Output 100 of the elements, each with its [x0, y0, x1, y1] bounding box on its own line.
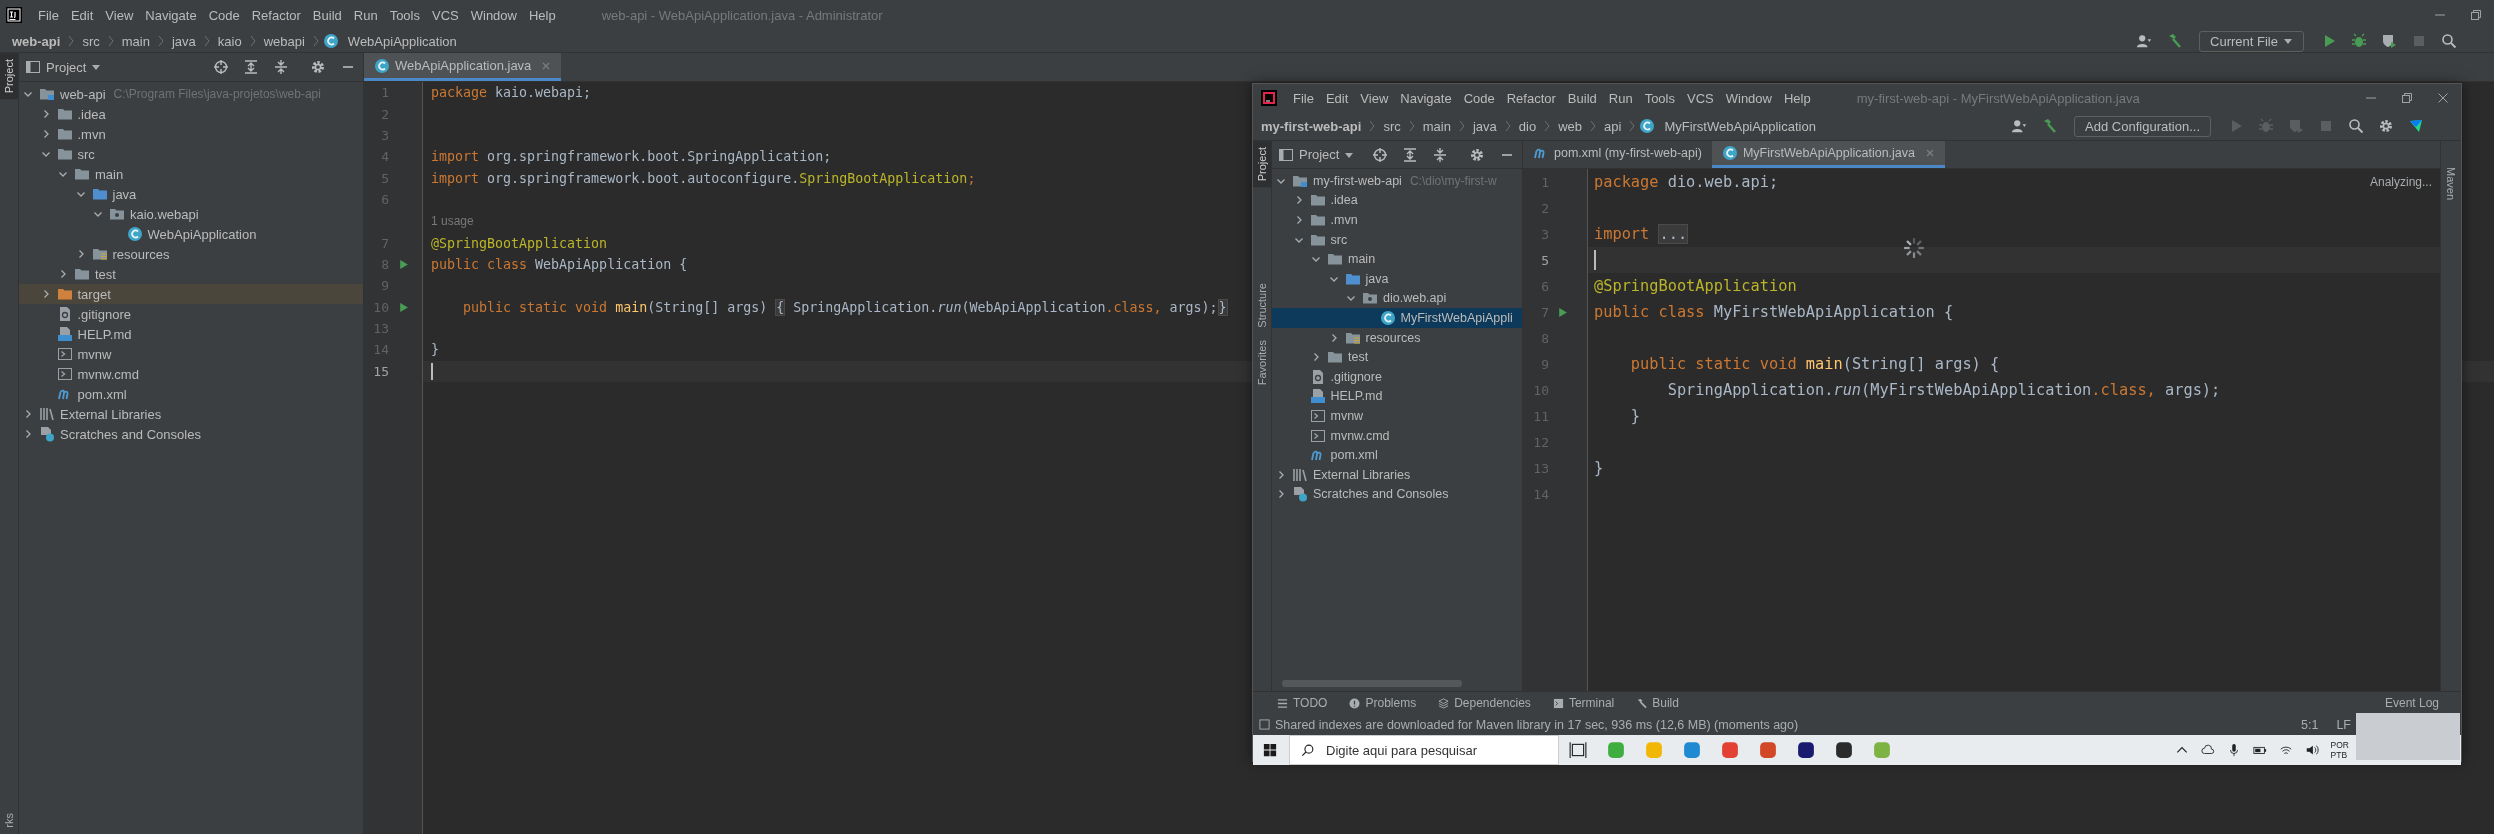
- menu-item[interactable]: Refactor: [1500, 90, 1562, 106]
- side-tab[interactable]: Maven: [2442, 161, 2460, 207]
- tree-item[interactable]: target: [19, 284, 363, 304]
- tree-item[interactable]: pom.xml: [19, 384, 363, 404]
- app-icon[interactable]: [1797, 741, 1815, 759]
- menu-item[interactable]: Tools: [1638, 90, 1681, 106]
- tree-item[interactable]: pom.xml: [1272, 445, 1522, 465]
- close-icon[interactable]: [2437, 92, 2449, 104]
- tree-item[interactable]: .idea: [19, 104, 363, 124]
- side-tab[interactable]: Structure: [1253, 277, 1271, 334]
- menu-item[interactable]: Run: [1602, 90, 1639, 106]
- breadcrumb-item[interactable]: dio: [1514, 118, 1541, 134]
- user-icon[interactable]: [2136, 33, 2153, 49]
- volume-icon[interactable]: [2304, 743, 2319, 757]
- tool-window-tab[interactable]: Dependencies: [1438, 696, 1531, 710]
- tree-item[interactable]: Scratches and Consoles: [19, 424, 363, 444]
- expand-all-icon[interactable]: [1402, 146, 1418, 163]
- menu-item[interactable]: Edit: [64, 7, 100, 23]
- run-icon[interactable]: [397, 301, 409, 313]
- tree-item[interactable]: dio.web.api: [1272, 288, 1522, 309]
- run-icon[interactable]: [397, 258, 409, 270]
- task-view-icon[interactable]: [1569, 741, 1587, 759]
- tree-item[interactable]: src: [1272, 229, 1522, 250]
- language-indicator[interactable]: PTB: [2330, 750, 2349, 760]
- run-configuration-dropdown[interactable]: Current File: [2199, 30, 2304, 52]
- breadcrumb-item[interactable]: WebApiApplication: [343, 33, 461, 49]
- menu-item[interactable]: Navigate: [1394, 90, 1458, 106]
- breadcrumb-item[interactable]: web-api: [8, 33, 65, 49]
- menu-item[interactable]: Navigate: [139, 7, 203, 23]
- tool-window-tab[interactable]: Terminal: [1552, 696, 1615, 710]
- settings-icon[interactable]: [310, 59, 326, 75]
- breadcrumb-item[interactable]: java: [1468, 118, 1501, 134]
- chevron-icon[interactable]: [75, 189, 86, 199]
- breadcrumb-item[interactable]: main: [1418, 118, 1455, 134]
- menu-item[interactable]: View: [1354, 90, 1395, 106]
- side-tab[interactable]: Project: [0, 53, 18, 100]
- app-icon[interactable]: [1835, 741, 1853, 759]
- search-icon[interactable]: [2348, 118, 2364, 134]
- restore-icon[interactable]: [2401, 92, 2413, 104]
- tree-item[interactable]: resources: [19, 244, 363, 264]
- project-view-dropdown[interactable]: Project: [46, 59, 87, 75]
- settings-icon[interactable]: [1469, 146, 1485, 163]
- menu-item[interactable]: File: [1287, 90, 1320, 106]
- breadcrumb-item[interactable]: kaio: [213, 33, 246, 49]
- tree-item[interactable]: External Libraries: [1272, 464, 1522, 485]
- breadcrumb-item[interactable]: MyFirstWebApiApplication: [1660, 118, 1820, 134]
- tree-item[interactable]: src: [19, 144, 363, 164]
- breadcrumb-item[interactable]: api: [1600, 118, 1626, 134]
- menu-item[interactable]: VCS: [426, 7, 465, 23]
- bug-icon[interactable]: [2351, 33, 2367, 49]
- editor-tab[interactable]: WebApiApplication.java: [364, 53, 562, 81]
- event-log-tab[interactable]: Event Log: [2384, 696, 2439, 710]
- user-icon[interactable]: [2011, 118, 2028, 134]
- chevron-icon[interactable]: [23, 409, 33, 419]
- search-field[interactable]: Digite aqui para pesquisar: [1289, 735, 1559, 765]
- editor-tab[interactable]: pom.xml (my-first-web-api): [1523, 141, 1712, 168]
- search-icon[interactable]: [2441, 33, 2457, 49]
- tree-item[interactable]: .gitignore: [19, 304, 363, 324]
- side-tab[interactable]: Favorites: [1253, 333, 1271, 392]
- tree-item[interactable]: Scratches and Consoles: [1272, 484, 1522, 505]
- crosshair-icon[interactable]: [1372, 146, 1388, 163]
- menu-item[interactable]: Help: [1777, 90, 1817, 106]
- plugin-icon[interactable]: [2408, 118, 2424, 134]
- tree-item[interactable]: mvnw.cmd: [1272, 425, 1522, 446]
- menu-item[interactable]: Help: [522, 7, 562, 23]
- menu-item[interactable]: Code: [1457, 90, 1501, 106]
- chevron-icon[interactable]: [1276, 469, 1286, 480]
- menu-item[interactable]: Tools: [383, 7, 426, 23]
- tool-window-tab[interactable]: Build: [1636, 696, 1679, 710]
- tree-item[interactable]: .idea: [1272, 190, 1522, 211]
- tree-item[interactable]: kaio.webapi: [19, 204, 363, 224]
- tool-window-tab[interactable]: Problems: [1349, 696, 1417, 710]
- caret-icon[interactable]: [91, 62, 102, 72]
- collapse-all-icon[interactable]: [273, 59, 289, 75]
- side-tab[interactable]: Project: [1253, 141, 1271, 188]
- tree-item[interactable]: .gitignore: [1272, 366, 1522, 387]
- tree-item[interactable]: java: [1272, 268, 1522, 289]
- menu-item[interactable]: Window: [1719, 90, 1778, 106]
- crosshair-icon[interactable]: [213, 59, 229, 75]
- tree-item[interactable]: WebApiApplication: [19, 224, 363, 244]
- menu-item[interactable]: VCS: [1681, 90, 1720, 106]
- line-separator[interactable]: LF: [2336, 717, 2351, 732]
- settings-icon[interactable]: [2378, 118, 2394, 134]
- tree-item[interactable]: HELP.md: [1272, 386, 1522, 407]
- menu-item[interactable]: Window: [464, 7, 523, 23]
- breadcrumb-item[interactable]: webapi: [259, 33, 309, 49]
- start-icon[interactable]: [1263, 743, 1277, 757]
- collapse-all-icon[interactable]: [1432, 146, 1448, 163]
- menu-item[interactable]: View: [99, 7, 140, 23]
- editor-tab[interactable]: MyFirstWebApiApplication.java: [1711, 141, 1945, 168]
- menu-item[interactable]: Run: [347, 7, 384, 23]
- shield-icon[interactable]: [2381, 33, 2397, 49]
- project-view-dropdown[interactable]: Project: [1299, 147, 1340, 162]
- breadcrumb-item[interactable]: web: [1554, 118, 1586, 134]
- menu-item[interactable]: Edit: [1319, 90, 1355, 106]
- chevron-icon[interactable]: [93, 209, 103, 219]
- tree-item[interactable]: HELP.md: [19, 324, 363, 344]
- breadcrumb-item[interactable]: my-first-web-api: [1257, 118, 1366, 134]
- tree-item[interactable]: MyFirstWebApiAppli: [1272, 308, 1522, 328]
- scrollbar[interactable]: [1282, 680, 1462, 687]
